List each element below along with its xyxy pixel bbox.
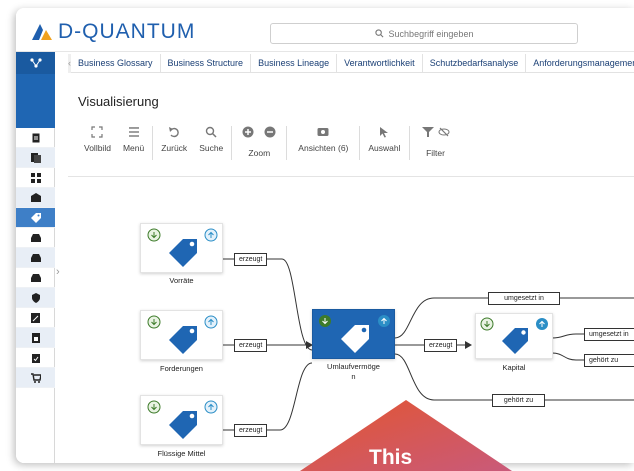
edge-label-umgesetzt-in: umgesetzt in (584, 328, 634, 341)
node-umlauf-label-line2: n (351, 372, 356, 381)
node-fluessige-label: Flüssige Mittel (157, 449, 206, 458)
node-vorraete-graphic (147, 228, 218, 267)
edge-label-erzeugt: erzeugt (234, 339, 268, 352)
arrowhead (465, 341, 472, 349)
app-window: D-QUANTUM Suchbegriff eingeben › ‹ Busin… (16, 8, 634, 463)
node-forderungen-label: Forderungen (160, 364, 203, 373)
edge-label-gehoert-zu: gehört zu (584, 354, 634, 367)
edge-label-erzeugt: erzeugt (424, 339, 458, 352)
node-fluessige-mittel[interactable] (140, 395, 223, 445)
node-forderungen-graphic (147, 315, 218, 354)
node-kapital-label: Kapital (502, 363, 526, 372)
edge-label-erzeugt: erzeugt (234, 253, 268, 266)
node-umlauf-graphic (319, 315, 390, 353)
node-kapital[interactable] (475, 313, 553, 359)
node-umlaufvermoegen[interactable] (312, 309, 395, 359)
node-forderungen[interactable] (140, 310, 223, 360)
node-vorraete[interactable] (140, 223, 223, 273)
node-vorraete-label: Vorräte (169, 276, 194, 285)
edge-label-gehoert-zu: gehört zu (492, 394, 545, 407)
edge-label-erzeugt: erzeugt (234, 424, 268, 437)
edge-vorraete-umlauf (222, 258, 313, 351)
node-umlauf-label-line1: Umlaufvermöge (327, 362, 380, 371)
promo-banner-text: This (369, 446, 413, 469)
frame-shadow-edge (0, 0, 8, 471)
edge-label-umgesetzt-in: umgesetzt in (488, 292, 560, 305)
edge-fluessige-umlauf (222, 362, 313, 431)
node-kapital-graphic (480, 317, 548, 354)
node-fluessige-graphic (147, 400, 218, 439)
